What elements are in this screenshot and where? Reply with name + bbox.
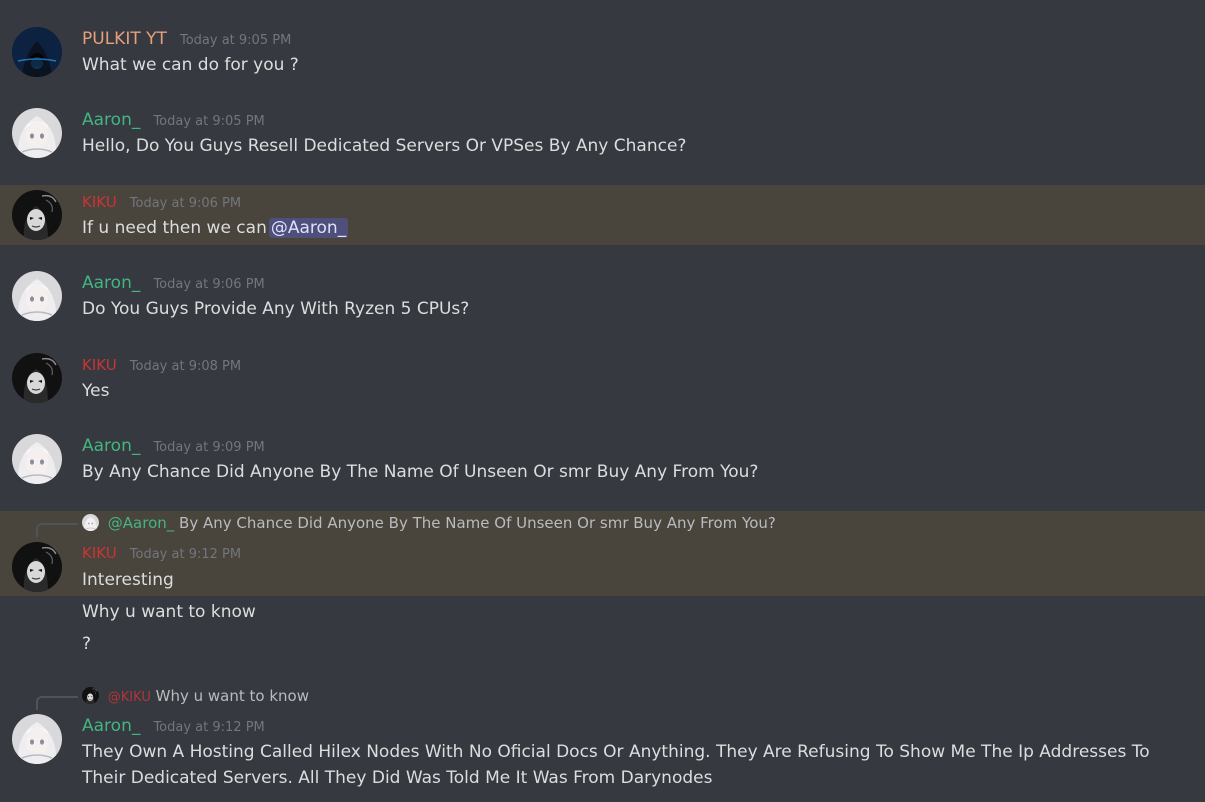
message-item: Aaron_ Today at 9:06 PM Do You Guys Prov… xyxy=(0,266,1205,328)
username[interactable]: Aaron_ xyxy=(82,273,140,293)
message-header: KIKU Today at 9:12 PM xyxy=(82,543,241,565)
message-header: PULKIT YT Today at 9:05 PM xyxy=(82,29,291,51)
timestamp: Today at 9:05 PM xyxy=(179,33,292,48)
anime-girl-avatar[interactable] xyxy=(12,714,62,764)
message-content: Hello, Do You Guys Resell Dedicated Serv… xyxy=(82,136,687,156)
masked-figure-avatar[interactable] xyxy=(12,190,62,240)
message-item: Aaron_ Today at 9:09 PM By Any Chance Di… xyxy=(0,429,1205,491)
masked-figure-avatar[interactable] xyxy=(12,542,62,592)
username[interactable]: KIKU xyxy=(82,356,117,374)
message-header: Aaron_ Today at 9:12 PM xyxy=(82,716,265,738)
timestamp: Today at 9:05 PM xyxy=(153,114,265,129)
message-header: KIKU Today at 9:08 PM xyxy=(82,355,241,377)
message-text: If u need then we can xyxy=(82,218,267,238)
reply-author[interactable]: @Aaron_ xyxy=(108,514,174,532)
chat-message-list: PULKIT YT Today at 9:05 PM What we can d… xyxy=(0,0,1205,802)
anime-girl-avatar[interactable] xyxy=(12,434,62,484)
message-content: They Own A Hosting Called Hilex Nodes Wi… xyxy=(82,742,1150,788)
reply-text: Why u want to know xyxy=(155,687,309,705)
reply-preview[interactable]: @KIKU Why u want to know xyxy=(82,686,309,708)
message-item: KIKU Today at 9:08 PM Yes xyxy=(0,348,1205,410)
message-item: PULKIT YT Today at 9:05 PM What we can d… xyxy=(0,22,1205,84)
message-header: Aaron_ Today at 9:05 PM xyxy=(82,110,265,132)
message-header: KIKU Today at 9:06 PM xyxy=(82,192,241,214)
message-item: Aaron_ Today at 9:05 PM Hello, Do You Gu… xyxy=(0,103,1205,165)
username[interactable]: Aaron_ xyxy=(82,110,140,130)
message-content: Yes xyxy=(82,381,110,401)
username[interactable]: Aaron_ xyxy=(82,716,140,736)
username[interactable]: KIKU xyxy=(82,193,117,211)
timestamp: Today at 9:06 PM xyxy=(153,277,265,292)
message-content: By Any Chance Did Anyone By The Name Of … xyxy=(82,462,759,482)
reply-author[interactable]: @KIKU xyxy=(108,690,151,705)
username[interactable]: KIKU xyxy=(82,544,117,562)
message-content: Do You Guys Provide Any With Ryzen 5 CPU… xyxy=(82,299,470,319)
message-content: Why u want to know xyxy=(82,602,256,622)
message-item-reply-mentioned: @Aaron_ By Any Chance Did Anyone By The … xyxy=(0,511,1205,596)
message-content: What we can do for you ? xyxy=(82,55,299,75)
message-item-mentioned: KIKU Today at 9:06 PM If u need then we … xyxy=(0,185,1205,245)
masked-figure-avatar xyxy=(82,687,99,704)
message-item-reply: @KIKU Why u want to know Aaron_ Today at… xyxy=(0,684,1205,802)
username[interactable]: Aaron_ xyxy=(82,436,140,456)
reply-text: By Any Chance Did Anyone By The Name Of … xyxy=(179,514,776,532)
message-content: Interesting xyxy=(82,570,174,590)
anime-girl-avatar[interactable] xyxy=(12,108,62,158)
message-header: Aaron_ Today at 9:06 PM xyxy=(82,273,265,295)
timestamp: Today at 9:09 PM xyxy=(153,440,265,455)
username[interactable]: PULKIT YT xyxy=(82,29,167,49)
anime-girl-avatar xyxy=(82,514,99,531)
timestamp: Today at 9:12 PM xyxy=(153,720,265,735)
timestamp: Today at 9:06 PM xyxy=(129,196,242,211)
user-mention[interactable]: @Aaron_ xyxy=(268,218,349,238)
hooded-figure-avatar[interactable] xyxy=(12,27,62,77)
reply-connector xyxy=(36,523,78,537)
timestamp: Today at 9:12 PM xyxy=(129,547,242,562)
message-content: ? xyxy=(82,634,92,654)
message-header: Aaron_ Today at 9:09 PM xyxy=(82,436,265,458)
reply-preview[interactable]: @Aaron_ By Any Chance Did Anyone By The … xyxy=(82,513,776,533)
reply-connector xyxy=(36,696,78,710)
masked-figure-avatar[interactable] xyxy=(12,353,62,403)
anime-girl-avatar[interactable] xyxy=(12,271,62,321)
message-content: If u need then we can @Aaron_ xyxy=(82,215,349,241)
timestamp: Today at 9:08 PM xyxy=(129,359,242,374)
